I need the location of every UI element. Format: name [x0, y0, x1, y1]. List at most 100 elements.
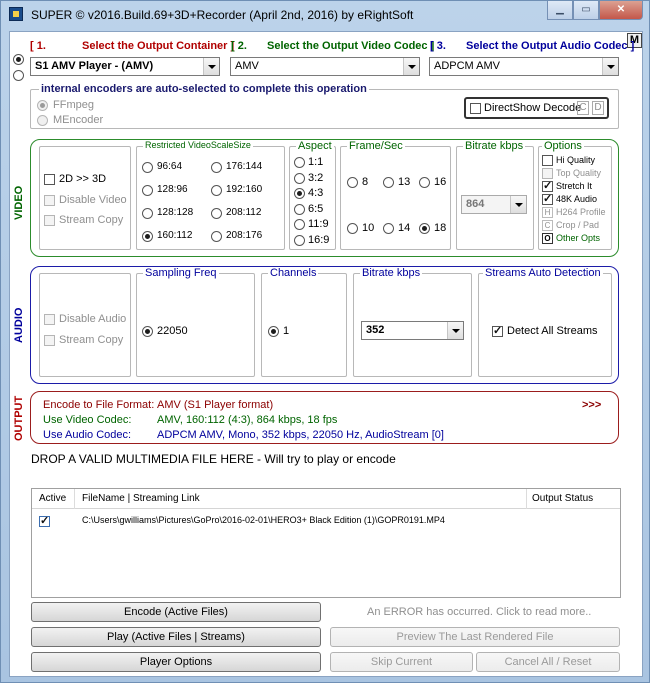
directshow-label: DirectShow Decode [484, 102, 582, 114]
encoders-group: internal encoders are auto-selected to c… [30, 83, 619, 129]
aspect-1-1-radio[interactable] [294, 157, 305, 168]
video-left-group: 2D >> 3D Disable Video Stream Copy [39, 146, 131, 250]
close-icon[interactable]: ✕ [599, 1, 643, 20]
fps-14-radio[interactable] [383, 223, 394, 234]
scale-208-112-radio[interactable] [211, 208, 222, 219]
video-codec-select[interactable]: AMV [230, 57, 420, 76]
file-list-table[interactable]: Active FileName | Streaming Link Output … [31, 488, 621, 598]
video-stream-copy-label: Stream Copy [59, 214, 124, 226]
scale-96-64-radio[interactable] [142, 162, 153, 173]
play-button[interactable]: Play (Active Files | Streams) [31, 627, 321, 647]
table-row[interactable]: C:\Users\gwilliams\Pictures\GoPro\2016-0… [32, 513, 620, 529]
output-format-label: Encode to File Format: [43, 399, 155, 411]
fps-16-label: 16 [434, 176, 447, 188]
window-title: SUPER © v2016.Build.69+3D+Recorder (Apri… [31, 8, 414, 22]
aspect-6-5-radio[interactable] [294, 204, 305, 215]
stretch-it-checkbox[interactable] [542, 179, 553, 192]
audio-codec-step-number: [ 3. [430, 40, 446, 52]
aspect-1-1-label: 1:1 [308, 156, 324, 168]
file-active-checkbox[interactable] [39, 514, 50, 527]
audio-section-label: AUDIO [13, 307, 25, 343]
scale-size-group: Restricted VideoScaleSize 96:64 176:144 … [136, 140, 285, 250]
fps-13-radio[interactable] [383, 177, 394, 188]
h264-profile-button[interactable]: H [542, 207, 553, 218]
cancel-reset-button[interactable]: Cancel All / Reset [476, 652, 620, 672]
fps-16-radio[interactable] [419, 177, 430, 188]
scale-208-112-label: 208:112 [226, 207, 262, 218]
other-opts-label: Other Opts [556, 233, 601, 243]
video-stream-copy-checkbox[interactable] [44, 215, 55, 226]
2d-to-3d-label: 2D >> 3D [59, 173, 107, 185]
single-output-radio[interactable] [13, 54, 24, 65]
chevron-down-icon [510, 196, 526, 213]
disable-video-checkbox[interactable] [44, 195, 55, 206]
aspect-3-2-radio[interactable] [294, 173, 305, 184]
minimize-icon[interactable]: ▁ [547, 1, 573, 20]
container-select[interactable]: S1 AMV Player - (AMV) [30, 57, 220, 76]
scale-176-144-radio[interactable] [211, 162, 222, 173]
maximize-icon[interactable]: ▭ [573, 1, 599, 20]
scale-208-176-radio[interactable] [211, 231, 222, 242]
scale-192-160-radio[interactable] [211, 185, 222, 196]
video-section: 2D >> 3D Disable Video Stream Copy Restr… [30, 139, 619, 257]
skip-current-button[interactable]: Skip Current [330, 652, 473, 672]
container-step-number: [ 1. [30, 40, 46, 52]
app-logo-icon [9, 7, 23, 21]
ffmpeg-radio[interactable] [37, 100, 48, 111]
aspect-4-3-radio[interactable] [294, 188, 305, 199]
fps-10-label: 10 [362, 222, 375, 234]
2d-to-3d-checkbox[interactable] [44, 174, 55, 185]
aspect-11-9-label: 11:9 [308, 218, 329, 230]
scale-128-128-radio[interactable] [142, 208, 153, 219]
chevron-down-icon [602, 58, 618, 75]
fps-18-radio[interactable] [419, 223, 430, 234]
audio-bitrate-select[interactable]: 352 [361, 321, 464, 340]
aspect-title: Aspect [296, 140, 334, 152]
disable-audio-checkbox[interactable] [44, 314, 55, 325]
audio-bitrate-title: Bitrate kbps [360, 267, 423, 279]
audio-stream-copy-checkbox[interactable] [44, 335, 55, 346]
detect-all-streams-label: Detect All Streams [507, 325, 598, 337]
mencoder-label: MEncoder [53, 114, 104, 126]
directshow-c-button[interactable]: C [577, 101, 589, 115]
multi-output-radio[interactable] [13, 70, 24, 81]
directshow-d-button[interactable]: D [592, 101, 604, 115]
scale-128-96-label: 128:96 [157, 184, 188, 195]
audio-left-group: Disable Audio Stream Copy [39, 273, 131, 377]
player-options-button[interactable]: Player Options [31, 652, 321, 672]
encode-button[interactable]: Encode (Active Files) [31, 602, 321, 622]
output-audio-codec-label: Use Audio Codec: [43, 429, 132, 441]
48k-audio-checkbox[interactable] [542, 192, 553, 205]
error-message-link[interactable]: An ERROR has occurred. Click to read mor… [367, 606, 591, 618]
top-quality-checkbox[interactable] [542, 168, 553, 179]
hi-quality-label: Hi Quality [556, 155, 596, 165]
detect-all-streams-checkbox[interactable] [492, 324, 503, 337]
scale-160-112-radio[interactable] [142, 231, 153, 242]
fps-10-radio[interactable] [347, 223, 358, 234]
output-more-button[interactable]: >>> [582, 399, 601, 411]
audio-codec-select[interactable]: ADPCM AMV [429, 57, 619, 76]
scale-128-96-radio[interactable] [142, 185, 153, 196]
filename-column-header[interactable]: FileName | Streaming Link [82, 493, 200, 504]
aspect-6-5-label: 6:5 [308, 203, 324, 215]
scale-size-title: Restricted VideoScaleSize [143, 140, 253, 150]
aspect-16-9-radio[interactable] [294, 235, 305, 246]
scale-176-144-label: 176:144 [226, 161, 263, 172]
sampling-22050-radio[interactable] [142, 326, 153, 337]
fps-8-radio[interactable] [347, 177, 358, 188]
channel-1-radio[interactable] [268, 326, 279, 337]
scale-96-64-label: 96:64 [157, 161, 183, 172]
mencoder-radio[interactable] [37, 115, 48, 126]
preview-last-file-button[interactable]: Preview The Last Rendered File [330, 627, 620, 647]
main-panel: M [ 1. Select the Output Container ] [ 2… [9, 31, 643, 677]
directshow-checkbox[interactable] [470, 103, 481, 114]
video-bitrate-select[interactable]: 864 [461, 195, 527, 214]
active-column-header[interactable]: Active [39, 493, 66, 504]
fps-14-label: 14 [398, 222, 411, 234]
crop-pad-button[interactable]: C [542, 220, 553, 231]
video-codec-select-value: AMV [235, 60, 259, 72]
hi-quality-checkbox[interactable] [542, 155, 553, 166]
other-opts-button[interactable]: O [542, 233, 553, 244]
aspect-11-9-radio[interactable] [294, 219, 305, 230]
status-column-header[interactable]: Output Status [532, 493, 593, 504]
